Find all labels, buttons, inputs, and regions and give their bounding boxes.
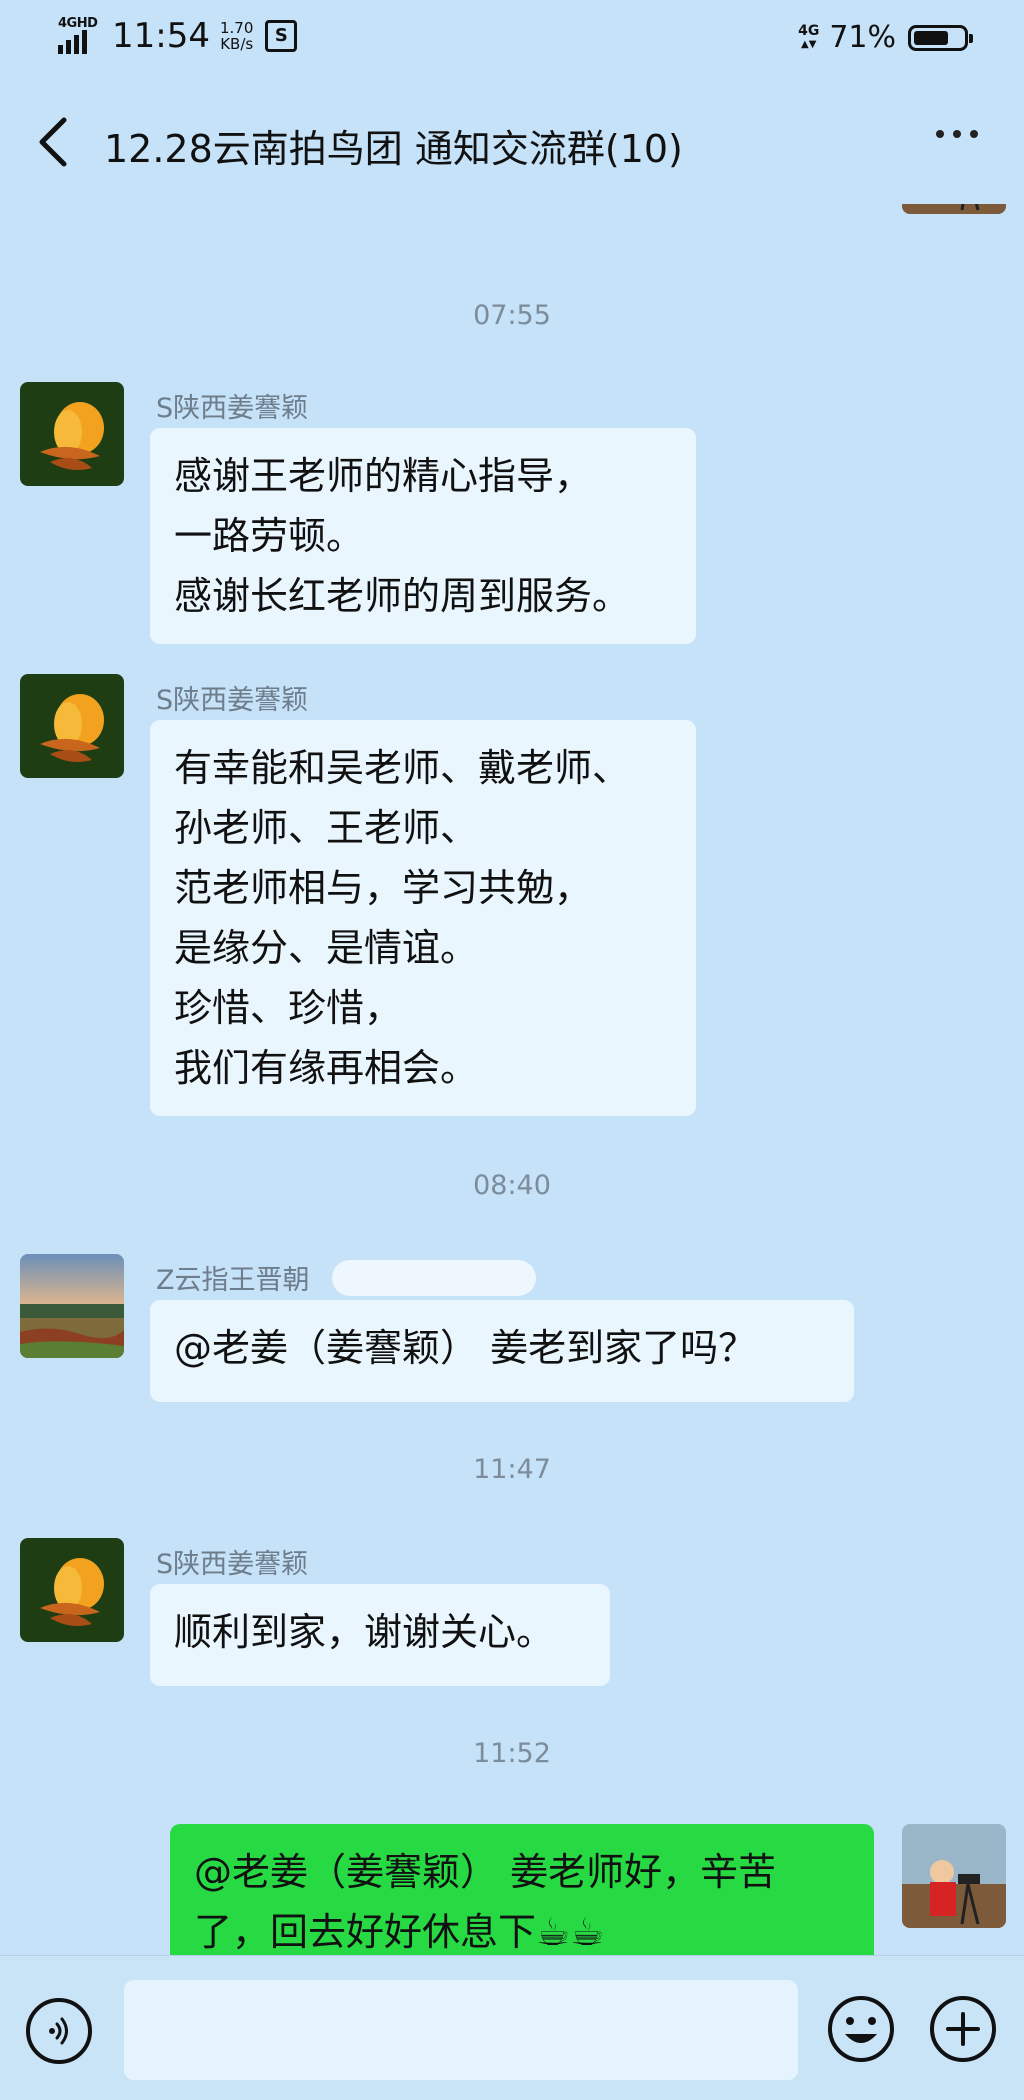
more-dots-icon[interactable] <box>936 130 978 138</box>
emoji-icon[interactable] <box>826 1994 896 2064</box>
timestamp: 07:55 <box>473 300 551 331</box>
avatar-sender[interactable] <box>20 382 124 486</box>
message-bubble[interactable]: 顺利到家，谢谢关心。 <box>150 1584 610 1686</box>
avatar-sender[interactable] <box>20 1254 124 1358</box>
cellular-signal-icon: 4GHD <box>58 16 102 56</box>
redacted-label <box>332 1260 536 1296</box>
network-speed: 1.70 KB/s <box>220 20 253 52</box>
message-bubble[interactable]: 有幸能和吴老师、戴老师、 孙老师、王老师、 范老师相与，学习共勉， 是缘分、是情… <box>150 720 696 1116</box>
chat-header: 12.28云南拍鸟团 通知交流群(10) <box>0 80 1024 204</box>
chat-title: 12.28云南拍鸟团 通知交流群(10) <box>104 127 683 171</box>
mobile-data-label: 4G <box>798 22 820 39</box>
status-bar: 4GHD 11:54 1.70 KB/s S 4G ▲▼ 71% <box>0 0 1024 80</box>
mobile-data-icon: 4G ▲▼ <box>798 22 820 50</box>
battery-icon <box>908 24 973 51</box>
sender-name: S陕西姜謇颖 <box>156 1549 309 1580</box>
timestamp: 11:47 <box>473 1454 551 1485</box>
status-time: 11:54 <box>112 16 210 56</box>
app-notification-icon: S <box>265 20 298 52</box>
plus-icon[interactable] <box>928 1994 998 2064</box>
sender-name: S陕西姜謇颖 <box>156 393 309 424</box>
speed-value: 1.70 <box>219 19 254 37</box>
network-type: 4GHD <box>58 16 98 31</box>
timestamp: 08:40 <box>473 1170 551 1201</box>
avatar-sender[interactable] <box>20 1538 124 1642</box>
speed-unit: KB/s <box>220 35 254 53</box>
sender-name: S陕西姜謇颖 <box>156 685 309 716</box>
message-input[interactable] <box>124 1980 798 2080</box>
message-bubble[interactable]: 感谢王老师的精心指导， 一路劳顿。 感谢长红老师的周到服务。 <box>150 428 696 644</box>
message-list[interactable]: 07:55 S陕西姜謇颖 感谢王老师的精心指导， 一路劳顿。 感谢长红老师的周到… <box>0 150 1024 1955</box>
message-bubble[interactable]: @老姜（姜謇颖） 姜老到家了吗？ <box>150 1300 854 1402</box>
message-bubble-self[interactable]: @老姜（姜謇颖） 姜老师好，辛苦 了，回去好好休息下☕☕ <box>170 1824 874 1955</box>
input-bar <box>0 1955 1024 2100</box>
chevron-left-icon[interactable] <box>34 114 74 170</box>
timestamp: 11:52 <box>473 1738 551 1769</box>
sender-name: Z云指王晋朝 <box>156 1265 310 1296</box>
avatar-sender[interactable] <box>20 674 124 778</box>
battery-percent: 71% <box>829 20 896 55</box>
avatar-self[interactable] <box>902 1824 1006 1928</box>
voice-icon[interactable] <box>26 1998 92 2064</box>
